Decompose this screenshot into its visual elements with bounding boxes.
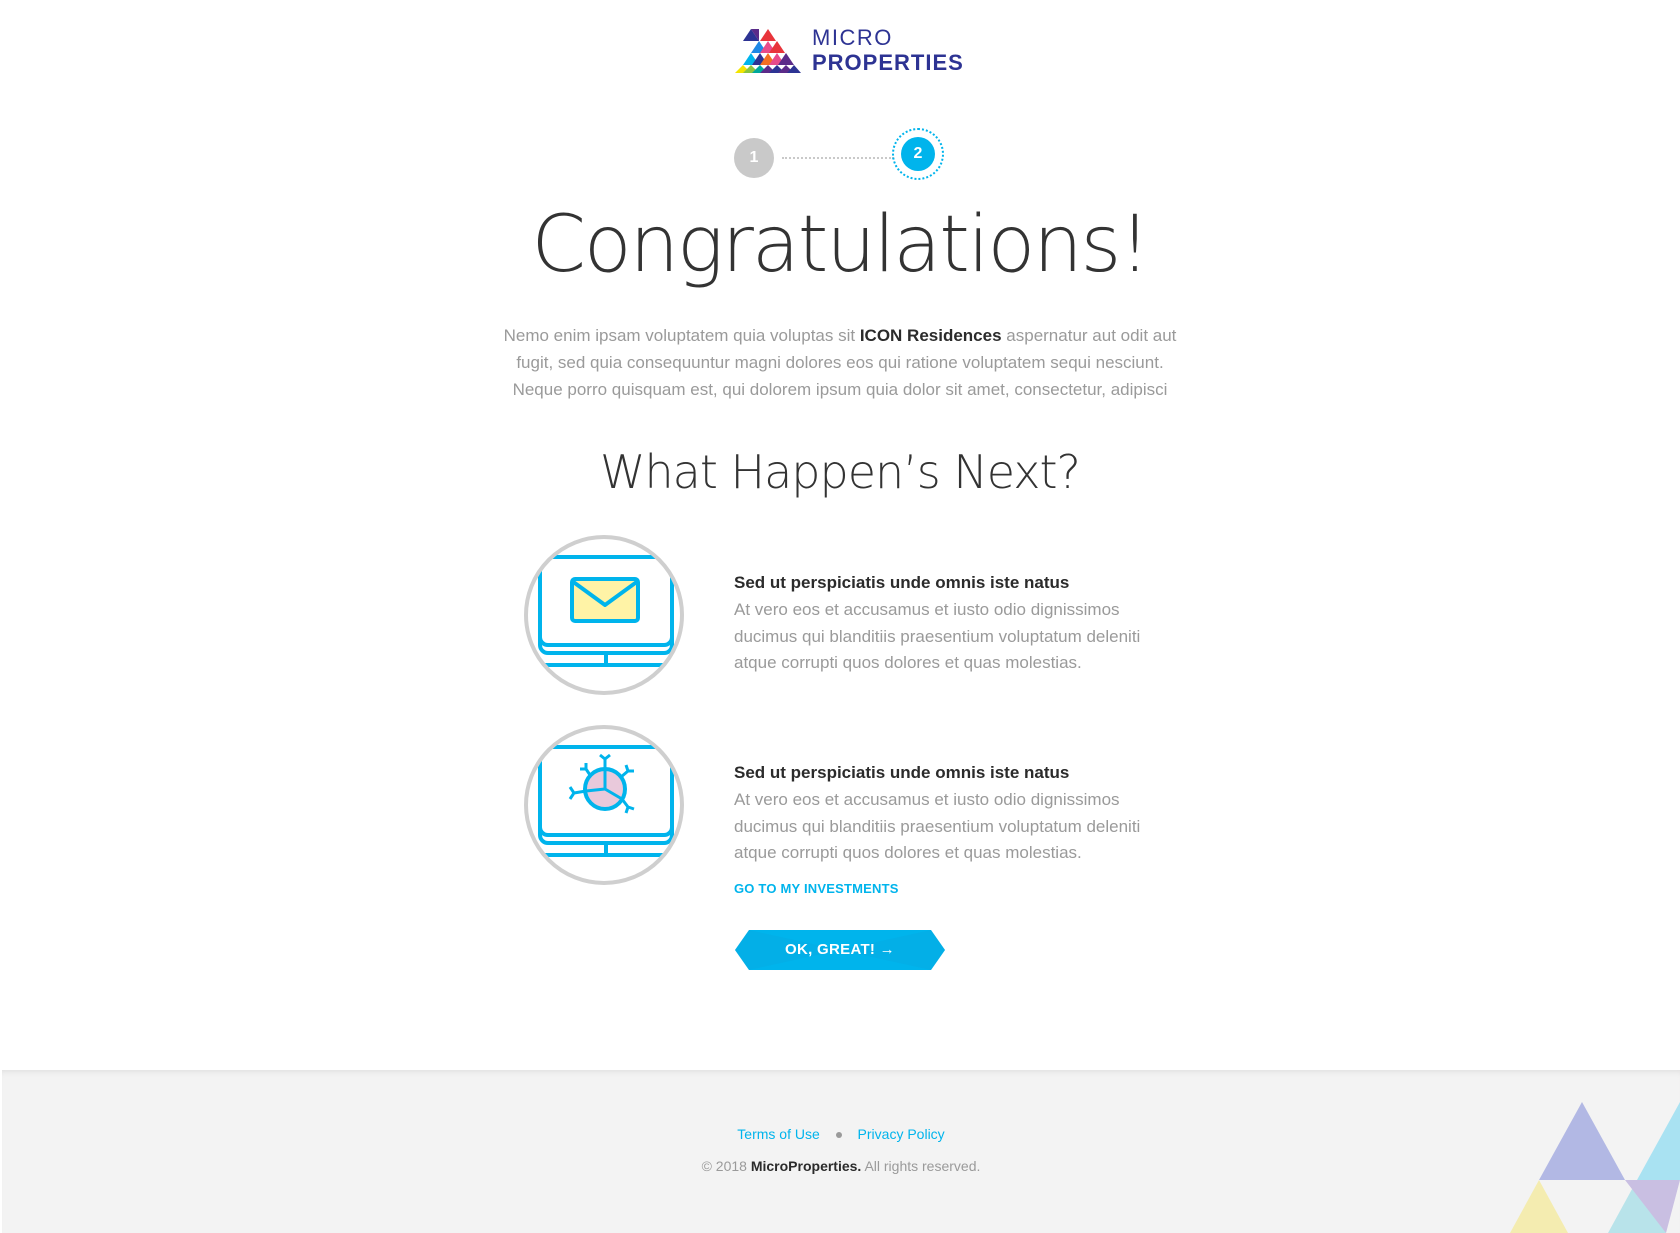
step-2-indicator: 2 [901, 137, 935, 171]
decorative-triangles-icon [1510, 1102, 1680, 1233]
step-connector [782, 157, 894, 159]
footer-links: Terms of Use Privacy Policy [2, 1126, 1680, 1142]
copyright-suffix: All rights reserved. [861, 1158, 981, 1174]
copyright-prefix: © 2018 [701, 1158, 751, 1174]
copyright-brand: MicroProperties. [750, 1158, 862, 1174]
ok-great-button[interactable]: OK, GREAT! → [735, 930, 945, 970]
privacy-policy-link[interactable]: Privacy Policy [858, 1126, 945, 1142]
ok-great-label: OK, GREAT! → [785, 941, 895, 958]
progress-stepper: 1 2 [734, 128, 946, 188]
item-heading: Sed ut perspiciatis unde omnis iste natu… [734, 763, 1070, 782]
brand-line-1: MICRO [812, 24, 893, 50]
item-body: At vero eos et accusamus et iusto odio d… [734, 600, 1141, 672]
intro-text-before: Nemo enim ipsam voluptatem quia voluptas… [503, 326, 860, 345]
logo-triangles-icon [735, 29, 801, 73]
next-step-item: Sed ut perspiciatis unde omnis iste natu… [524, 725, 1224, 896]
page: MICRO PROPERTIES 1 2 Congratulations! Ne… [0, 0, 1680, 1070]
item-heading: Sed ut perspiciatis unde omnis iste natu… [734, 573, 1070, 592]
monitor-network-icon [524, 725, 684, 885]
step-2-ring: 2 [892, 128, 944, 180]
go-to-investments-link[interactable]: GO TO MY INVESTMENTS [734, 881, 1174, 896]
bullet-separator [835, 1132, 842, 1139]
brand-line-2: PROPERTIES [812, 49, 964, 75]
section-title: What Happen’s Next? [600, 445, 1081, 499]
footer: Terms of Use Privacy Policy © 2018 Micro… [2, 1070, 1680, 1233]
brand-logo[interactable]: MICRO PROPERTIES [734, 24, 964, 76]
page-title: Congratulations! [531, 200, 1150, 290]
monitor-mail-icon [524, 535, 684, 695]
next-step-item: Sed ut perspiciatis unde omnis iste natu… [524, 535, 1224, 700]
step-1-indicator: 1 [734, 138, 774, 178]
intro-paragraph: Nemo enim ipsam voluptatem quia voluptas… [490, 322, 1190, 403]
copyright: © 2018 MicroProperties. All rights reser… [2, 1158, 1680, 1174]
terms-of-use-link[interactable]: Terms of Use [737, 1126, 819, 1142]
item-body: At vero eos et accusamus et iusto odio d… [734, 790, 1141, 862]
intro-highlight: ICON Residences [859, 326, 1002, 345]
